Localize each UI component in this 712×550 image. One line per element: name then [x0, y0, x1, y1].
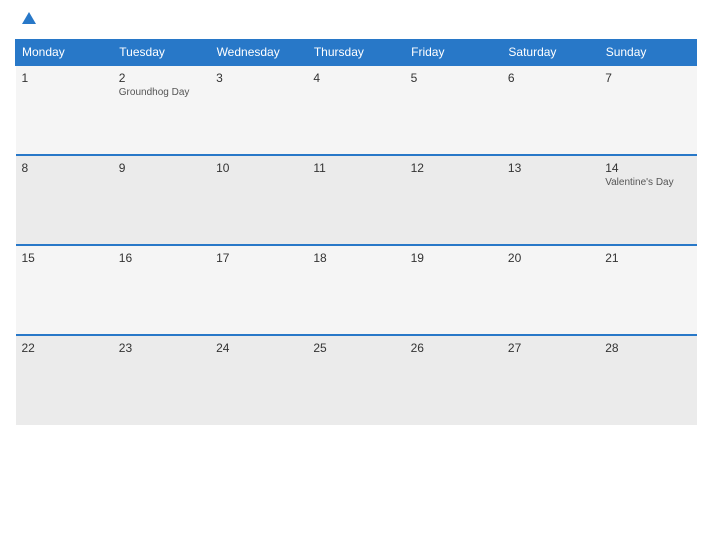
day-number: 11: [313, 161, 398, 175]
day-number: 14: [605, 161, 690, 175]
calendar-cell: 5: [405, 65, 502, 155]
calendar-cell: 21: [599, 245, 696, 335]
day-number: 25: [313, 341, 398, 355]
calendar-header: [15, 10, 697, 33]
day-number: 18: [313, 251, 398, 265]
calendar-cell: 17: [210, 245, 307, 335]
calendar-cell: 15: [16, 245, 113, 335]
calendar-week-row: 89 10 11 12 13 14 Valentine's Day: [16, 155, 697, 245]
calendar-cell: 14 Valentine's Day: [599, 155, 696, 245]
calendar-header-row: MondayTuesdayWednesdayThursdayFridaySatu…: [16, 40, 697, 66]
calendar-cell: 4: [307, 65, 404, 155]
calendar-cell: 23: [113, 335, 210, 425]
calendar-cell: 24: [210, 335, 307, 425]
calendar-table: MondayTuesdayWednesdayThursdayFridaySatu…: [15, 39, 697, 425]
logo-icon: [20, 10, 38, 28]
day-number: 12: [411, 161, 496, 175]
day-number: 19: [411, 251, 496, 265]
day-header-wednesday: Wednesday: [210, 40, 307, 66]
day-number: 3: [216, 71, 301, 85]
day-number: 28: [605, 341, 690, 355]
day-number: 17: [216, 251, 301, 265]
day-header-saturday: Saturday: [502, 40, 599, 66]
calendar-cell: 9: [113, 155, 210, 245]
day-header-sunday: Sunday: [599, 40, 696, 66]
day-number: 10: [216, 161, 301, 175]
calendar-week-row: 12 Groundhog Day 34567: [16, 65, 697, 155]
day-number: 20: [508, 251, 593, 265]
calendar-cell: 26: [405, 335, 502, 425]
day-number: 2: [119, 71, 204, 85]
day-number: 15: [22, 251, 107, 265]
day-header-friday: Friday: [405, 40, 502, 66]
calendar-cell: 8: [16, 155, 113, 245]
holiday-label: Groundhog Day: [119, 87, 204, 98]
calendar-cell: 19: [405, 245, 502, 335]
day-number: 4: [313, 71, 398, 85]
calendar-week-row: 15 16 17 18 19 20 21: [16, 245, 697, 335]
calendar-cell: 11: [307, 155, 404, 245]
calendar-cell: 22: [16, 335, 113, 425]
calendar-cell: 2 Groundhog Day: [113, 65, 210, 155]
day-header-thursday: Thursday: [307, 40, 404, 66]
day-number: 22: [22, 341, 107, 355]
calendar-week-row: 22 23 24 25 26 27 28: [16, 335, 697, 425]
calendar-cell: 28: [599, 335, 696, 425]
calendar-cell: 27: [502, 335, 599, 425]
day-number: 23: [119, 341, 204, 355]
day-number: 26: [411, 341, 496, 355]
day-number: 16: [119, 251, 204, 265]
day-number: 13: [508, 161, 593, 175]
calendar-cell: 18: [307, 245, 404, 335]
calendar-cell: 1: [16, 65, 113, 155]
day-number: 5: [411, 71, 496, 85]
day-number: 1: [22, 71, 107, 85]
logo: [20, 10, 38, 33]
day-number: 6: [508, 71, 593, 85]
holiday-label: Valentine's Day: [605, 177, 690, 188]
day-header-monday: Monday: [16, 40, 113, 66]
day-header-tuesday: Tuesday: [113, 40, 210, 66]
calendar-cell: 6: [502, 65, 599, 155]
logo-text: [20, 10, 38, 33]
calendar-cell: 20: [502, 245, 599, 335]
calendar-cell: 16: [113, 245, 210, 335]
day-number: 24: [216, 341, 301, 355]
calendar-cell: 3: [210, 65, 307, 155]
calendar-cell: 13: [502, 155, 599, 245]
calendar-cell: 25: [307, 335, 404, 425]
calendar-cell: 12: [405, 155, 502, 245]
day-number: 7: [605, 71, 690, 85]
day-number: 27: [508, 341, 593, 355]
day-number: 8: [22, 161, 107, 175]
calendar-page: MondayTuesdayWednesdayThursdayFridaySatu…: [0, 0, 712, 550]
day-number: 21: [605, 251, 690, 265]
day-number: 9: [119, 161, 204, 175]
calendar-cell: 7: [599, 65, 696, 155]
calendar-cell: 10: [210, 155, 307, 245]
